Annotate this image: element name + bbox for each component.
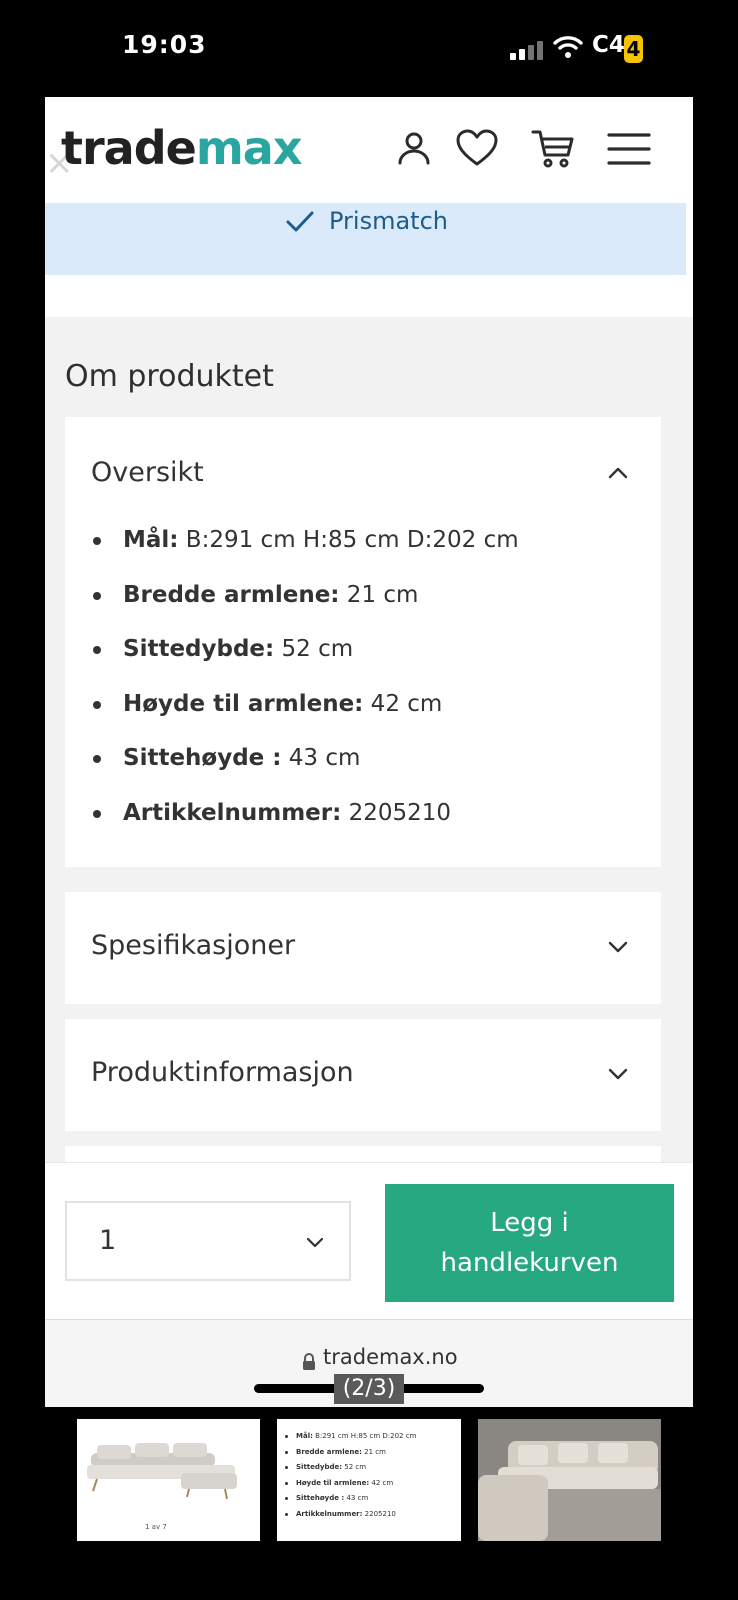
chevron-down-icon[interactable] [607,936,629,958]
spec-value: B:291 cm H:85 cm D:202 cm [178,527,519,553]
list-item: Høyde til armlene: 42 cm [93,689,519,744]
spec-value: 42 cm [363,690,443,717]
add-to-cart-line2: handlekurven [440,1248,619,1278]
spec-value: 2205210 [362,1509,396,1518]
spec-value: 21 cm [339,581,419,608]
lock-icon [303,1353,315,1370]
purchase-bar: 1 Legg i handlekurven [45,1162,693,1319]
spec-value: 52 cm [274,636,354,662]
mini-spec-list: Mål: B:291 cm H:85 cm D:202 cm Bredde ar… [285,1431,416,1524]
spec-value: B:291 cm H:85 cm D:202 cm [312,1432,417,1440]
overview-title[interactable]: Oversikt [91,457,204,488]
thumbnail-specs[interactable]: Mål: B:291 cm H:85 cm D:202 cm Bredde ar… [277,1419,461,1541]
status-time: 19:03 [122,30,207,59]
list-item: Artikkelnummer: 2205210 [285,1509,416,1525]
list-item: Bredde armlene: 21 cm [93,580,519,635]
cart-icon[interactable] [531,127,575,171]
heart-icon[interactable] [455,127,499,171]
product-info-accordion[interactable]: Produktinformasjon [65,1019,661,1131]
sofa-image [87,1443,237,1500]
logo-part-trade: trade [61,121,197,175]
user-icon[interactable] [392,127,436,171]
add-to-cart-line1: Legg i [490,1208,569,1238]
spec-key: Sittedybde: [123,636,275,662]
add-to-cart-button[interactable]: Legg i handlekurven [385,1184,674,1302]
check-icon [286,211,314,232]
spec-value: 43 cm [344,1494,369,1502]
web-page: × trademax Prismatch Om produktet Oversi… [45,97,693,1407]
spec-value: 21 cm [361,1447,386,1456]
chevron-down-icon[interactable] [607,1063,629,1085]
quantity-value: 1 [99,1225,117,1256]
spec-key: Bredde armlene: [123,581,340,608]
spec-key: Høyde til armlene: [123,690,364,717]
list-item: Sittehøyde : 43 cm [93,743,519,798]
battery-badge: 4 [624,35,643,63]
prismatch-banner: Prismatch [45,203,686,275]
list-item: Mål: B:291 cm H:85 cm D:202 cm [285,1431,416,1447]
spec-key: Sittedybde: [296,1463,343,1471]
spec-value: 42 cm [369,1478,394,1487]
room-photo [478,1419,661,1541]
list-item: Høyde til armlene: 42 cm [285,1478,416,1494]
chevron-up-icon[interactable] [607,462,629,484]
list-item: Sittehøyde : 43 cm [285,1493,416,1509]
wifi-icon [553,36,583,58]
spec-key: Sittehøyde : [123,745,282,771]
battery-text: C4 [592,32,625,58]
spec-key: Høyde til armlene: [296,1478,370,1487]
specifications-title[interactable]: Spesifikasjoner [91,930,295,961]
chevron-down-icon [306,1237,324,1248]
thumbnail-room-photo[interactable] [478,1419,661,1541]
list-item: Bredde armlene: 21 cm [285,1447,416,1463]
quantity-select[interactable]: 1 [65,1201,351,1281]
list-item: Sittedybde: 52 cm [285,1462,416,1478]
url-text: trademax.no [323,1345,458,1369]
thumbnail-caption: 1 av 7 [145,1523,167,1531]
list-item: Artikkelnummer: 2205210 [93,798,519,853]
section-title: Om produktet [65,359,274,394]
gallery-counter: (2/3) [334,1374,404,1404]
spec-list: Mål: B:291 cm H:85 cm D:202 cm Bredde ar… [93,525,519,852]
spec-key: Bredde armlene: [296,1447,362,1456]
logo-part-max: max [195,121,303,175]
spec-key: Artikkelnummer: [296,1509,363,1518]
prismatch-label: Prismatch [329,207,448,235]
spec-value: 52 cm [342,1463,367,1471]
list-item: Sittedybde: 52 cm [93,634,519,689]
spec-key: Sittehøyde : [296,1494,345,1502]
cellular-signal-icon [510,40,544,60]
product-info-title[interactable]: Produktinformasjon [91,1057,354,1088]
spec-key: Mål: [123,527,179,553]
spec-key: Artikkelnummer: [123,799,342,826]
overview-accordion: Oversikt Mål: B:291 cm H:85 cm D:202 cm … [65,417,661,867]
thumbnail-sofa[interactable]: 1 av 7 [77,1419,260,1541]
specifications-accordion[interactable]: Spesifikasjoner [65,892,661,1004]
spec-value: 2205210 [341,799,452,826]
spec-value: 43 cm [281,745,361,771]
list-item: Mål: B:291 cm H:85 cm D:202 cm [93,525,519,580]
trademax-logo[interactable]: trademax [61,121,302,175]
menu-icon[interactable] [607,127,651,171]
spec-key: Mål: [296,1432,313,1440]
